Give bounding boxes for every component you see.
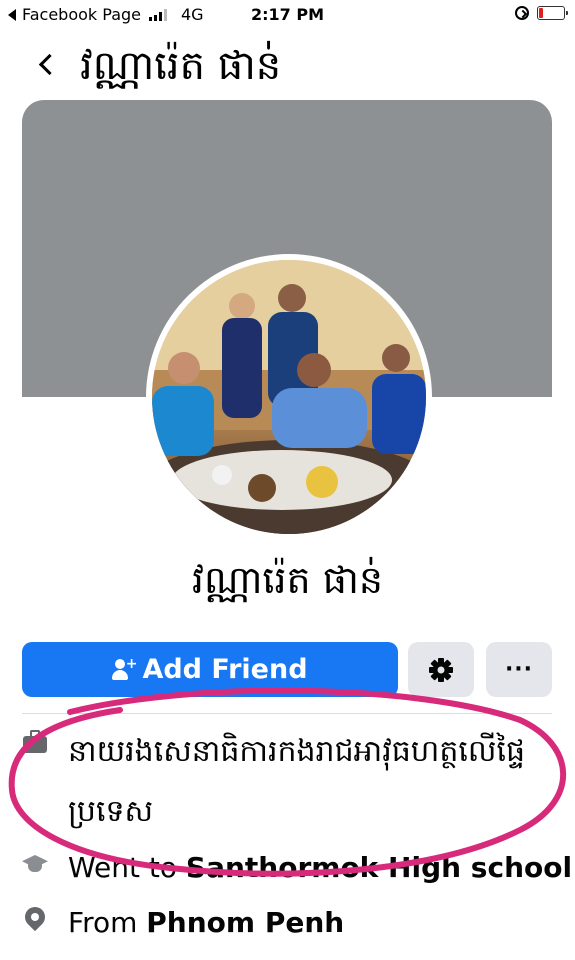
gear-icon bbox=[429, 657, 453, 682]
briefcase-icon bbox=[22, 728, 48, 754]
profile-screen: Facebook Page 4G 2:17 PM វណ្ណារ៉េត ផាន់ bbox=[0, 0, 575, 960]
hometown-link[interactable]: Phnom Penh bbox=[146, 906, 344, 939]
profile-photo-image bbox=[152, 260, 426, 534]
education-text: Went to Santhormok High school bbox=[68, 845, 572, 891]
status-time: 2:17 PM bbox=[250, 5, 324, 24]
location-pin-icon bbox=[20, 902, 50, 932]
education-prefix: Went to bbox=[68, 851, 186, 884]
hometown-text: From Phnom Penh bbox=[68, 900, 344, 946]
header: វណ្ណារ៉េត ផាន់ bbox=[0, 32, 575, 94]
person-add-icon: + bbox=[112, 657, 137, 681]
more-options-button[interactable]: ··· bbox=[486, 642, 552, 697]
header-title: វណ្ណារ៉េត ផាន់ bbox=[80, 43, 282, 89]
profile-picture[interactable] bbox=[146, 254, 432, 540]
work-info-row: នាយរងសេនាធិការកងរាជអាវុធហត្ថលើផ្ទៃប្រទេស bbox=[22, 722, 552, 842]
more-dots-icon: ··· bbox=[504, 657, 534, 682]
add-friend-button[interactable]: + Add Friend bbox=[22, 642, 398, 697]
hometown-info-row: From Phnom Penh bbox=[20, 900, 344, 946]
status-right bbox=[515, 6, 568, 20]
education-info-row: Went to Santhormok High school bbox=[22, 845, 572, 891]
group-photo-illustration bbox=[152, 260, 426, 534]
status-bar: Facebook Page 4G 2:17 PM bbox=[0, 0, 575, 32]
add-friend-label: Add Friend bbox=[142, 654, 308, 685]
battery-icon bbox=[537, 6, 568, 20]
divider bbox=[22, 713, 552, 714]
school-link[interactable]: Santhormok High school bbox=[186, 851, 572, 884]
work-text: នាយរងសេនាធិការកងរាជអាវុធហត្ថលើផ្ទៃប្រទេស bbox=[68, 734, 526, 829]
graduation-cap-icon bbox=[22, 851, 48, 877]
hometown-prefix: From bbox=[68, 906, 147, 939]
rotation-lock-icon bbox=[515, 6, 529, 20]
profile-name: វណ្ណារ៉េត ផាន់ bbox=[191, 558, 384, 602]
back-button[interactable] bbox=[30, 46, 66, 82]
settings-button[interactable] bbox=[408, 642, 474, 697]
